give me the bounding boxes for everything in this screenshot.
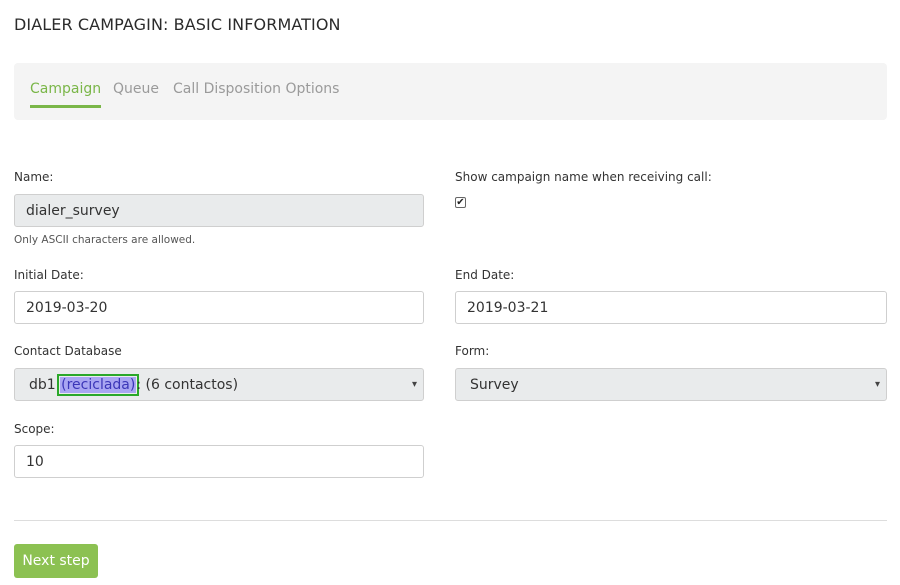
tab-campaign[interactable]: Campaign <box>30 81 102 108</box>
contact-database-label: Contact Database <box>14 344 122 358</box>
initial-date-label: Initial Date: <box>14 268 84 282</box>
contact-database-selected: db1 (reciclada): (6 contactos) <box>29 373 239 396</box>
chevron-down-icon: ▾ <box>411 379 417 390</box>
form-select[interactable]: Survey ▾ <box>455 368 887 401</box>
initial-date-field[interactable]: 2019-03-20 <box>14 291 424 324</box>
tab-queue[interactable]: Queue <box>113 81 159 105</box>
scope-label: Scope: <box>14 422 55 436</box>
end-date-value: 2019-03-21 <box>467 299 549 316</box>
contact-database-suffix: : (6 contactos) <box>136 376 239 393</box>
name-field[interactable]: dialer_survey <box>14 194 424 227</box>
next-step-button[interactable]: Next step <box>14 544 98 578</box>
tab-call-disposition-options[interactable]: Call Disposition Options <box>173 81 339 105</box>
scope-value: 10 <box>26 453 44 470</box>
name-hint: Only ASCII characters are allowed. <box>14 234 196 246</box>
chevron-down-icon: ▾ <box>874 379 880 390</box>
contact-database-select[interactable]: db1 (reciclada): (6 contactos) ▾ <box>14 368 424 401</box>
show-campaign-name-checkbox[interactable]: ✔ <box>455 197 466 208</box>
divider <box>14 520 887 521</box>
end-date-field[interactable]: 2019-03-21 <box>455 291 887 324</box>
contact-database-prefix: db1 <box>29 376 61 393</box>
page-title: DIALER CAMPAGIN: BASIC INFORMATION <box>14 15 341 34</box>
tab-bar: Campaign Queue Call Disposition Options <box>14 63 887 120</box>
show-campaign-name-label: Show campaign name when receiving call: <box>455 170 712 184</box>
name-value: dialer_survey <box>26 202 120 219</box>
end-date-label: End Date: <box>455 268 515 282</box>
form-select-label: Form: <box>455 344 490 358</box>
selected-text-highlight: (reciclada) <box>57 373 140 396</box>
checkmark-icon: ✔ <box>456 196 465 208</box>
name-label: Name: <box>14 170 54 184</box>
initial-date-value: 2019-03-20 <box>26 299 108 316</box>
scope-field[interactable]: 10 <box>14 445 424 478</box>
form-selected-value: Survey <box>470 376 519 393</box>
